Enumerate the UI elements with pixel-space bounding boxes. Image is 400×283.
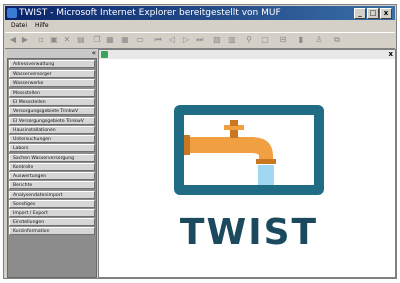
sidebar-header: «: [7, 49, 97, 58]
content-header: x: [99, 50, 395, 59]
nav-ei-messstellen[interactable]: EI Messstellen: [9, 98, 95, 106]
form-icon[interactable]: ▭: [136, 36, 144, 44]
search-icon[interactable]: ⚲: [245, 36, 253, 44]
lock-icon[interactable]: ▮: [297, 36, 305, 44]
collapse-sidebar-button[interactable]: «: [92, 49, 96, 58]
app-icon: [101, 51, 108, 58]
nav-ei-versorgungsgebiete[interactable]: EI Versorgungsgebiete TrinkwV: [9, 117, 95, 125]
nav-sonstiges[interactable]: Sonstiges: [9, 200, 95, 208]
next-icon[interactable]: ▷: [182, 36, 190, 44]
sort-icon[interactable]: ▥: [228, 36, 236, 44]
twist-logo: TWIST: [174, 105, 324, 249]
tools-icon[interactable]: ⊟: [279, 36, 287, 44]
close-content-button[interactable]: x: [388, 50, 393, 59]
browser-window: TWIST - Microsoft Internet Explorer bere…: [3, 4, 397, 279]
nav-messstellen[interactable]: Messstellen: [9, 89, 95, 97]
nav-kontrolle[interactable]: Kontrolle: [9, 163, 95, 171]
nav-analysendatenimport[interactable]: Analysendatenimport: [9, 191, 95, 199]
minimize-button[interactable]: _: [354, 8, 366, 19]
toolbar: ◀ ▶ ▫ ▣ ✕ ▤ ❐ ▦ ▦ ▭ ⏮ ◁ ▷ ⏭ ▧ ▥ ⚲ ▢ ⊟ ▮ …: [5, 32, 395, 49]
back-icon[interactable]: ◀: [9, 36, 17, 44]
nav-kurzinformation[interactable]: Kurzinformation: [9, 227, 95, 235]
menu-hilfe[interactable]: Hilfe: [35, 22, 49, 29]
nav-hausinstallationen[interactable]: Hausinstallationen: [9, 126, 95, 134]
internet-explorer-icon: [7, 8, 17, 18]
zoom-icon[interactable]: ▢: [261, 36, 269, 44]
water-stream: [258, 165, 274, 185]
nav-wasserversorger[interactable]: Wasserversorger: [9, 70, 95, 78]
maximize-button[interactable]: □: [367, 8, 379, 19]
last-icon[interactable]: ⏭: [196, 36, 204, 44]
menu-datei[interactable]: Datei: [11, 22, 27, 29]
nav-berichte[interactable]: Berichte: [9, 181, 95, 189]
window-title: TWIST - Microsoft Internet Explorer bere…: [19, 8, 281, 18]
delete-icon[interactable]: ✕: [63, 36, 71, 44]
nav-wasserwerke[interactable]: Wasserwerke: [9, 79, 95, 87]
nav-adressverwaltung[interactable]: Adressverwaltung: [9, 60, 95, 68]
filter-icon[interactable]: ▧: [213, 36, 221, 44]
close-button[interactable]: x: [380, 8, 392, 19]
grid-icon[interactable]: ▦: [121, 36, 129, 44]
nav-auswertungen[interactable]: Auswertungen: [9, 172, 95, 180]
forward-icon[interactable]: ▶: [21, 36, 29, 44]
nav-import-export[interactable]: Import / Export: [9, 209, 95, 217]
copy-icon[interactable]: ❐: [93, 36, 101, 44]
first-icon[interactable]: ⏮: [154, 36, 162, 44]
new-icon[interactable]: ▫: [37, 36, 45, 44]
nav-untersuchungen[interactable]: Untersuchungen: [9, 135, 95, 143]
window-icon[interactable]: ⧉: [333, 36, 341, 44]
content-pane: x TWIST: [98, 49, 396, 278]
paste-icon[interactable]: ▦: [106, 36, 114, 44]
help-icon[interactable]: ♙: [315, 36, 323, 44]
print-icon[interactable]: ▤: [77, 36, 85, 44]
nav-versorgungsgebiete[interactable]: Versorgungsgebiete TrinkwV: [9, 107, 95, 115]
menu-bar: Datei Hilfe: [5, 21, 395, 31]
nav-sachen-wasserversorgung[interactable]: Sachen Wasserversorgung: [9, 154, 95, 162]
logo-text: TWIST: [180, 212, 318, 249]
nav-einstellungen[interactable]: Einstellungen: [9, 218, 95, 226]
prev-icon[interactable]: ◁: [168, 36, 176, 44]
nav-labors[interactable]: Labors: [9, 144, 95, 152]
save-icon[interactable]: ▣: [50, 36, 58, 44]
navigation-sidebar: Adressverwaltung Wasserversorger Wasserw…: [7, 58, 97, 278]
title-bar: TWIST - Microsoft Internet Explorer bere…: [5, 6, 395, 20]
